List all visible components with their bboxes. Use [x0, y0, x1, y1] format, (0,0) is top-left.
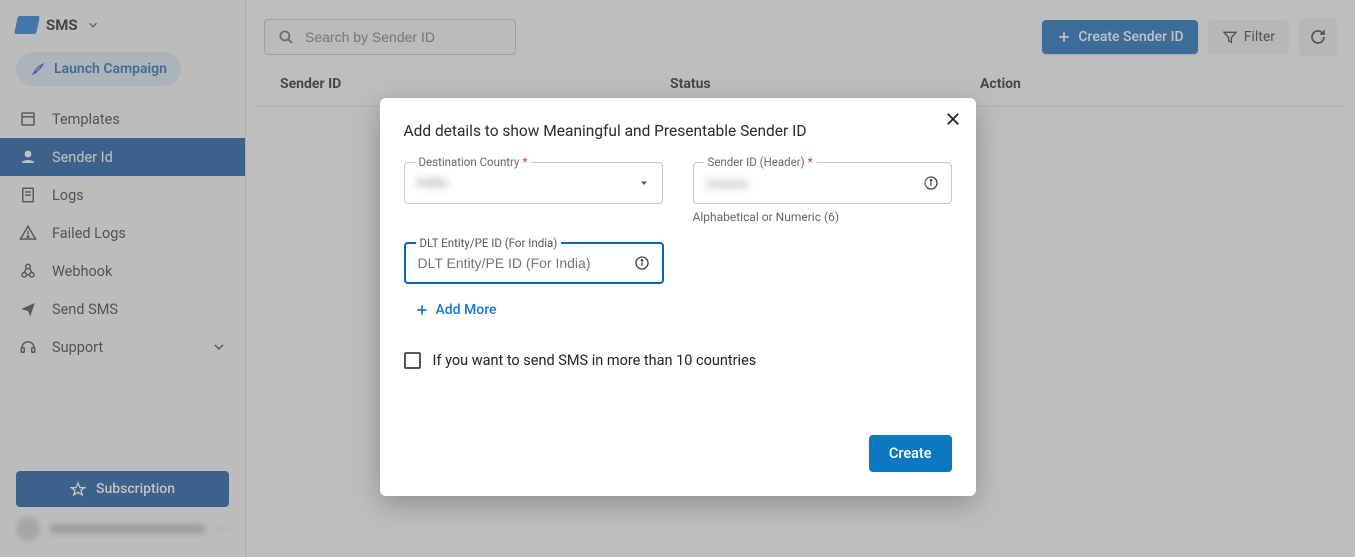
create-sender-id-modal: Add details to show Meaningful and Prese… [380, 98, 976, 496]
sender-id-header-input[interactable] [706, 175, 923, 191]
create-button-label: Create [889, 445, 932, 462]
multi-country-label: If you want to send SMS in more than 10 … [433, 352, 757, 369]
plus-icon [414, 302, 430, 318]
info-icon[interactable] [923, 175, 939, 191]
add-more-label: Add More [436, 302, 497, 318]
dlt-entity-id-label: DLT Entity/PE ID (For India) [416, 236, 562, 250]
destination-country-label: Destination Country* [415, 155, 532, 169]
destination-country-select[interactable]: Destination Country* India [404, 162, 663, 204]
create-button[interactable]: Create [869, 435, 952, 472]
sender-id-helper: Alphabetical or Numeric (6) [693, 210, 952, 224]
close-button[interactable] [944, 110, 962, 128]
info-icon[interactable] [634, 255, 650, 271]
multi-country-row[interactable]: If you want to send SMS in more than 10 … [404, 352, 952, 369]
dropdown-arrow-icon[interactable] [638, 177, 650, 189]
sender-id-header-label: Sender ID (Header)* [704, 155, 817, 169]
sender-id-header-field[interactable]: Sender ID (Header)* [693, 162, 952, 204]
add-more-button[interactable]: Add More [404, 302, 952, 318]
modal-overlay: Add details to show Meaningful and Prese… [0, 0, 1355, 557]
modal-title: Add details to show Meaningful and Prese… [404, 122, 952, 140]
multi-country-checkbox[interactable] [404, 352, 421, 369]
dlt-entity-id-input[interactable] [418, 255, 634, 271]
dlt-entity-id-field[interactable]: DLT Entity/PE ID (For India) [404, 242, 664, 284]
destination-country-value: India [417, 175, 638, 191]
